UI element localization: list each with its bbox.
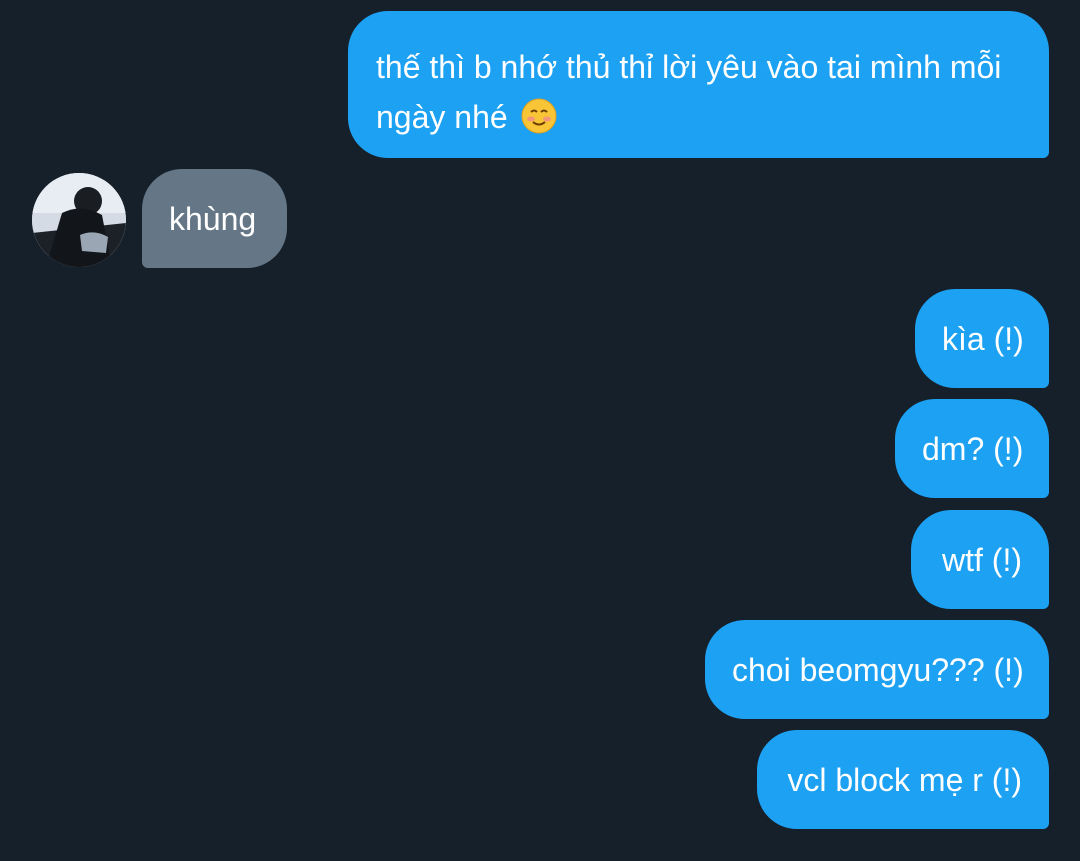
sent-message-bubble[interactable]: thế thì b nhớ thủ thỉ lời yêu vào tai mì… xyxy=(348,11,1049,158)
sent-message-bubble[interactable]: vcl block mẹ r (!) xyxy=(757,730,1049,829)
message-text: thế thì b nhớ thủ thỉ lời yêu vào tai mì… xyxy=(376,49,1002,135)
received-message-bubble[interactable]: khùng xyxy=(142,169,287,268)
smiling-face-icon xyxy=(521,98,557,134)
contact-avatar[interactable] xyxy=(32,173,126,267)
sent-message-bubble[interactable]: kìa (!) xyxy=(915,289,1049,388)
message-text: khùng xyxy=(169,201,257,237)
sent-message-bubble[interactable]: dm? (!) xyxy=(895,399,1049,498)
chat-screen: { "messages": { "m1_text": "thế thì b nh… xyxy=(0,0,1080,861)
sent-message-bubble[interactable]: wtf (!) xyxy=(911,510,1049,609)
message-text: dm? (!) xyxy=(922,431,1024,467)
message-text: kìa (!) xyxy=(942,321,1024,357)
message-text: choi beomgyu??? (!) xyxy=(732,652,1024,688)
message-text: wtf (!) xyxy=(942,542,1022,578)
sent-message-bubble[interactable]: choi beomgyu??? (!) xyxy=(705,620,1049,719)
message-text: vcl block mẹ r (!) xyxy=(787,762,1022,798)
